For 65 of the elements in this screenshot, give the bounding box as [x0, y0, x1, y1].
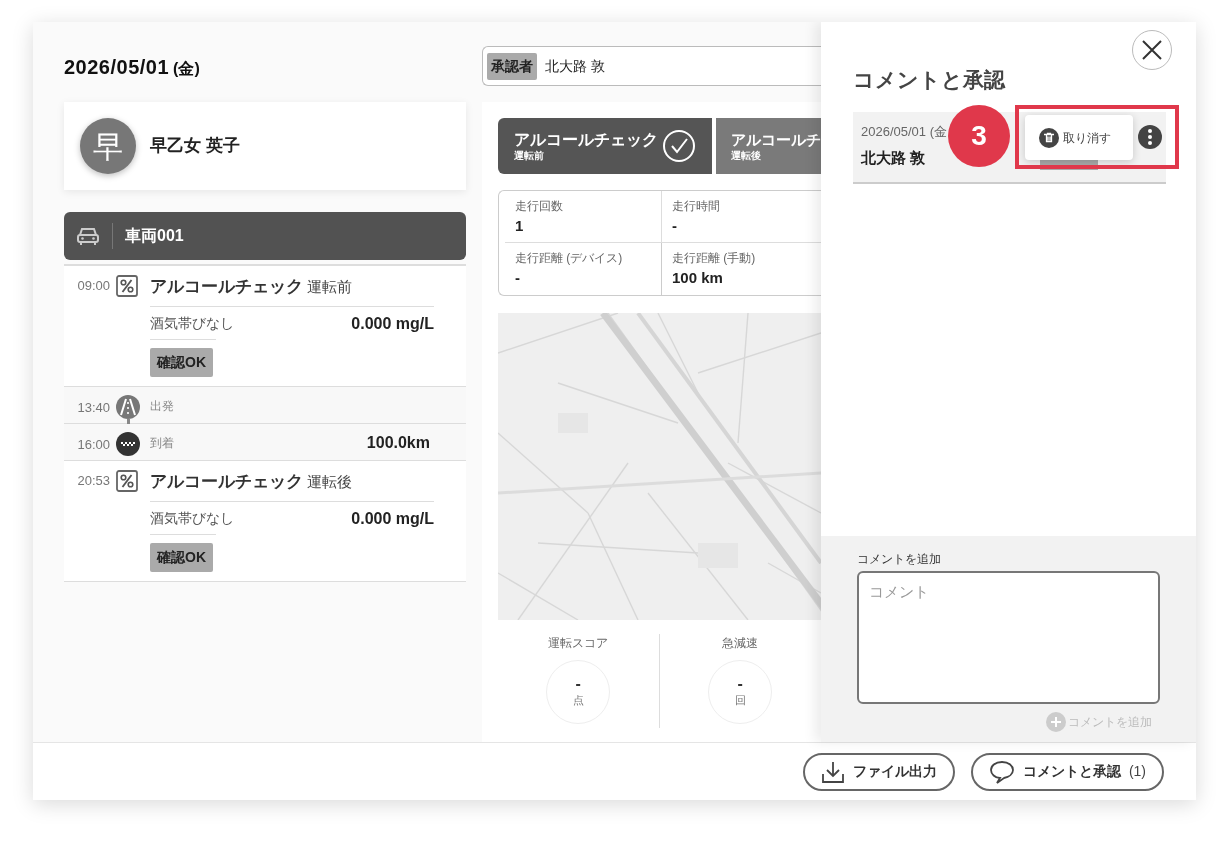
score-value: - — [737, 675, 743, 692]
plus-icon — [1046, 712, 1066, 732]
stat-label: 走行距離 (デバイス) — [515, 250, 624, 267]
time-text: 20:53 — [76, 472, 111, 490]
stat-value: - — [672, 216, 678, 236]
event-label: 到着 — [150, 434, 174, 452]
check-subtitle: 運転前 — [307, 277, 352, 297]
stat-value: 100 km — [672, 268, 724, 288]
field-label: コメントを追加 — [857, 551, 942, 568]
stat-label: 走行距離 (手動) — [672, 250, 757, 267]
download-icon — [820, 759, 845, 784]
score-label: 急減速 — [722, 635, 759, 652]
percent-icon — [116, 470, 138, 492]
score-unit: 点 — [572, 692, 584, 708]
check-tab[interactable]: アルコールチ 運転後 — [716, 118, 821, 174]
vehicle-name: 車両001 — [125, 226, 184, 246]
stat-label: 走行回数 — [515, 198, 564, 215]
export-button[interactable]: ファイル出力 — [802, 752, 955, 791]
status-badge: 確認OK — [150, 543, 213, 572]
weekday-text: (金) — [173, 59, 200, 79]
tab-subtitle: 運転前 — [514, 150, 545, 162]
comment-date: 2026/05/01 (金 — [861, 122, 947, 141]
stat-value: - — [515, 268, 521, 288]
stat-value: 1 — [515, 216, 525, 236]
status-badge: 確認OK — [150, 348, 213, 377]
approver-name: 北大路 敦 — [545, 56, 605, 76]
result-text: 酒気帯びなし — [150, 314, 234, 333]
close-icon — [1141, 39, 1163, 61]
comment-author: 北大路 敦 — [861, 148, 926, 168]
avatar: 早 — [80, 118, 136, 174]
approver-field[interactable]: 承認者 北大路 敦 — [482, 46, 821, 86]
time-text: 09:00 — [76, 277, 111, 295]
comments-button[interactable]: コメントと承認 (1) — [970, 752, 1164, 791]
kebab-icon — [1138, 125, 1162, 149]
score-value: - — [575, 675, 581, 692]
trash-icon — [1039, 127, 1059, 148]
distance-text: 100.0km — [366, 432, 430, 453]
tab-title: アルコールチェック — [514, 130, 658, 150]
result-text: 酒気帯びなし — [150, 509, 234, 528]
comment-field[interactable]: コメント — [857, 571, 1160, 704]
percent-icon — [116, 275, 138, 297]
checkered-flag-icon — [116, 432, 140, 456]
time-text: 13:40 — [76, 399, 111, 417]
score-label: 運転スコア — [548, 635, 609, 652]
tab-title: アルコールチ — [731, 130, 821, 150]
driver-name: 早乙女 英子 — [150, 135, 240, 158]
drawer-title: コメントと承認 — [853, 67, 1007, 93]
car-icon — [76, 226, 100, 246]
check-title: アルコールチェック — [150, 471, 303, 493]
score-unit: 回 — [734, 692, 746, 708]
check-title: アルコールチェック — [150, 276, 303, 298]
road-icon — [116, 395, 140, 419]
approver-label: 承認者 — [487, 52, 537, 80]
stat-label: 走行時間 — [672, 198, 721, 215]
speech-bubble-icon — [988, 759, 1015, 784]
close-button[interactable] — [1132, 30, 1172, 70]
check-tab[interactable]: アルコールチェック 運転前 — [498, 118, 712, 174]
reading-text: 0.000 mg/L — [351, 313, 434, 334]
time-text: 16:00 — [76, 436, 111, 454]
date-text: 2026/05/01 — [64, 55, 170, 80]
reading-text: 0.000 mg/L — [351, 508, 434, 529]
menu-item[interactable]: 取り消す — [1063, 128, 1111, 147]
event-label: 出発 — [150, 397, 174, 415]
check-subtitle: 運転後 — [307, 472, 352, 492]
tab-subtitle: 運転後 — [731, 150, 762, 162]
